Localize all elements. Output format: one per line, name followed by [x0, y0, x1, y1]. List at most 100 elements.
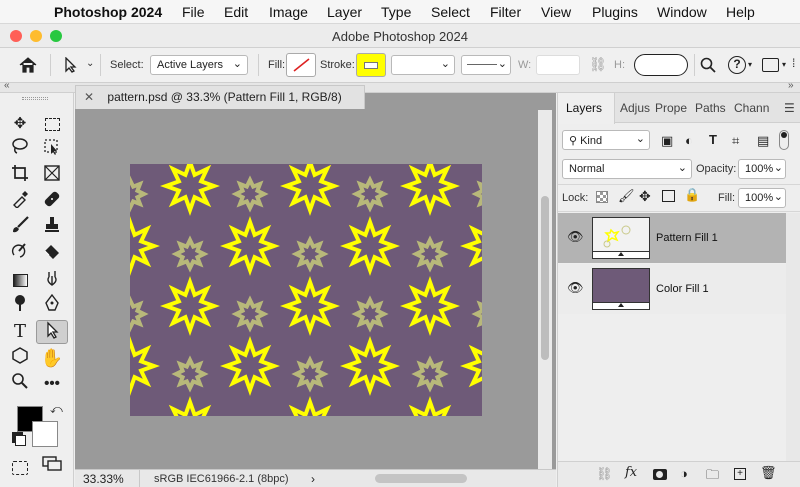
eyedropper-tool-icon[interactable] [6, 190, 34, 214]
quick-mask-icon[interactable] [6, 456, 34, 480]
chevron-down-icon[interactable]: ▾ [748, 60, 752, 69]
zoom-tool-icon[interactable] [6, 372, 34, 396]
crop-tool-icon[interactable] [6, 164, 34, 188]
blend-mode-dropdown[interactable]: Normal ⌄ [562, 159, 692, 179]
chevron-down-icon[interactable]: ⌄ [86, 58, 94, 69]
menu-edit[interactable]: Edit [224, 4, 248, 20]
lock-artboard-icon[interactable] [662, 190, 675, 202]
filter-pixel-icon[interactable]: ▣ [661, 133, 673, 149]
hand-tool-icon[interactable]: ✋ [38, 346, 66, 370]
layer-row-color-fill[interactable]: 👁 Color Fill 1 [558, 264, 786, 314]
lock-all-icon[interactable]: 🔒 [684, 187, 700, 203]
layer-name[interactable]: Pattern Fill 1 [656, 232, 718, 244]
new-layer-icon[interactable]: + [734, 468, 746, 480]
vertical-scrollbar[interactable] [538, 110, 552, 469]
shape-tool-icon[interactable] [6, 346, 34, 370]
close-tab-icon[interactable]: ✕ [84, 90, 94, 104]
lock-transparent-icon[interactable] [596, 191, 608, 203]
width-field[interactable] [536, 55, 580, 75]
default-colors-icon[interactable] [15, 435, 26, 446]
filter-type-icon[interactable]: T [709, 132, 717, 147]
screen-mode-icon[interactable] [38, 456, 66, 480]
stroke-width-field[interactable]: ⌄ [391, 55, 455, 75]
stroke-type-dropdown[interactable]: ⌄ [461, 55, 511, 75]
background-color-swatch[interactable] [32, 421, 58, 447]
visibility-eye-icon[interactable]: 👁 [567, 229, 584, 245]
link-icon[interactable]: ⛓ [589, 56, 607, 73]
tab-layers[interactable]: Layers [566, 101, 602, 115]
home-icon[interactable] [18, 56, 38, 74]
layers-scrollbar[interactable] [786, 213, 800, 463]
new-adjustment-layer-icon[interactable]: ◑ [680, 466, 688, 481]
menu-help[interactable]: Help [726, 4, 755, 20]
filter-smart-object-icon[interactable]: ▤ [757, 133, 769, 149]
menu-filter[interactable]: Filter [490, 4, 521, 20]
opacity-field[interactable]: 100% ⌄ [738, 159, 786, 179]
healing-brush-tool-icon[interactable] [38, 190, 66, 214]
smudge-tool-icon[interactable] [38, 268, 66, 292]
stroke-swatch[interactable] [356, 53, 386, 77]
chevron-right-icon[interactable]: › [311, 472, 315, 486]
lasso-tool-icon[interactable] [6, 138, 34, 162]
object-select-tool-icon[interactable] [38, 138, 66, 162]
marquee-tool-icon[interactable] [38, 112, 66, 136]
lock-position-icon[interactable]: ✥ [639, 188, 651, 205]
fill-field[interactable]: 100% ⌄ [738, 188, 786, 208]
zoom-level[interactable]: 33.33% [83, 472, 124, 486]
horizontal-scroll-thumb[interactable] [375, 474, 467, 483]
clone-stamp-tool-icon[interactable] [38, 216, 66, 240]
new-group-icon[interactable]: 🗀 [706, 466, 719, 487]
eraser-tool-icon[interactable] [38, 242, 66, 266]
menu-layer[interactable]: Layer [327, 4, 362, 20]
help-icon[interactable]: ? [728, 56, 746, 74]
brush-tool-icon[interactable] [6, 216, 34, 240]
search-icon[interactable] [700, 57, 716, 73]
tab-adjustments[interactable]: Adjus [620, 101, 650, 115]
filter-shape-icon[interactable]: ⌗ [732, 133, 739, 149]
filter-toggle[interactable] [779, 130, 789, 150]
link-layers-icon[interactable]: ⛓ [596, 466, 613, 482]
filter-kind-dropdown[interactable]: ⚲ Kind ⌄ [562, 130, 650, 150]
panel-menu-icon[interactable]: ☰ [784, 101, 795, 115]
menu-select[interactable]: Select [431, 4, 470, 20]
menu-file[interactable]: File [182, 4, 205, 20]
swap-colors-icon[interactable]: ⤺ [50, 402, 63, 417]
more-icon[interactable]: ⁞ [792, 56, 795, 70]
pen-tool-icon[interactable] [38, 293, 66, 318]
collapse-left-icon[interactable]: « [4, 80, 10, 91]
menu-window[interactable]: Window [657, 4, 707, 20]
menu-image[interactable]: Image [269, 4, 308, 20]
path-selection-tool-icon[interactable] [36, 320, 68, 344]
tab-paths[interactable]: Paths [695, 101, 726, 115]
move-tool-icon[interactable]: ✥ [6, 112, 34, 136]
menu-view[interactable]: View [541, 4, 571, 20]
height-field[interactable] [634, 54, 688, 76]
collapse-right-icon[interactable]: » [788, 80, 794, 91]
grip-handle[interactable] [22, 97, 48, 100]
frame-tool-icon[interactable] [38, 164, 66, 188]
type-tool-icon[interactable]: T [6, 320, 34, 344]
gradient-tool-icon[interactable] [6, 268, 34, 292]
add-mask-icon[interactable] [653, 469, 667, 480]
delete-layer-icon[interactable]: 🗑 [760, 465, 777, 481]
filter-adjustment-icon[interactable]: ◐ [685, 133, 693, 148]
document-tab[interactable]: ✕ pattern.psd @ 33.3% (Pattern Fill 1, R… [75, 85, 365, 109]
layer-name[interactable]: Color Fill 1 [656, 283, 709, 295]
workspace-icon[interactable] [762, 58, 779, 72]
layer-effects-icon[interactable]: fx [625, 465, 637, 480]
menu-type[interactable]: Type [381, 4, 411, 20]
menu-plugins[interactable]: Plugins [592, 4, 638, 20]
select-dropdown[interactable]: Active Layers ⌄ [150, 55, 248, 75]
vertical-scroll-thumb[interactable] [541, 196, 549, 360]
chevron-down-icon[interactable]: ▾ [782, 60, 786, 69]
visibility-eye-icon[interactable]: 👁 [567, 280, 584, 296]
lock-image-icon[interactable]: 🖌 [618, 188, 635, 204]
more-tools-icon[interactable]: ••• [38, 372, 66, 396]
dodge-tool-icon[interactable] [6, 294, 34, 318]
document-canvas[interactable] [130, 164, 482, 416]
tab-channels[interactable]: Chann [734, 101, 769, 115]
direct-select-tool-icon[interactable] [64, 57, 78, 73]
history-brush-tool-icon[interactable] [6, 242, 34, 266]
fill-swatch[interactable] [286, 53, 316, 77]
layer-row-pattern-fill[interactable]: 👁 Pattern Fill 1 [558, 213, 786, 263]
